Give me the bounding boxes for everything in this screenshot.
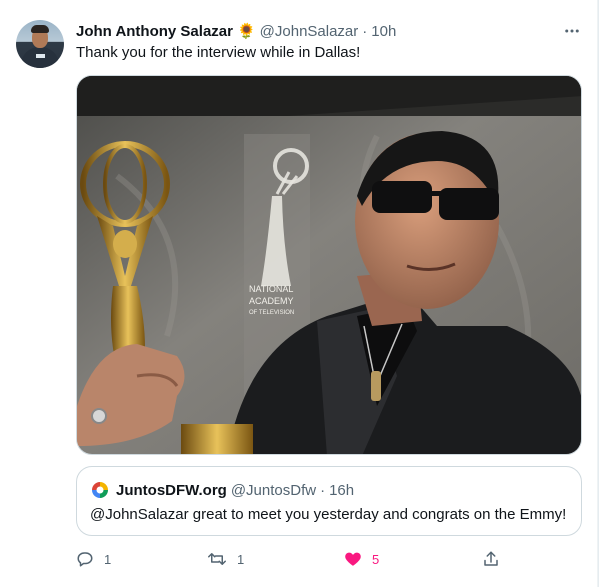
- tweet-timestamp[interactable]: 10h: [371, 23, 396, 40]
- quoted-tweet-timestamp[interactable]: 16h: [329, 482, 354, 499]
- quoted-author-name[interactable]: JuntosDFW.org: [116, 482, 227, 499]
- tweet-actions: 1 1 5: [0, 547, 598, 571]
- tweet-header: John Anthony Salazar 🌻 @JohnSalazar · 10…: [76, 21, 396, 41]
- avatar-badge: [36, 54, 45, 58]
- author-name[interactable]: John Anthony Salazar: [76, 23, 233, 40]
- quoted-author-handle[interactable]: @JuntosDfw: [231, 482, 316, 499]
- retweet-count: 1: [237, 551, 245, 567]
- sign-line-1: NATIONAL: [249, 284, 293, 294]
- like-count: 5: [372, 551, 380, 567]
- avatar-hair: [31, 25, 49, 33]
- tweet-photo[interactable]: NATIONAL ACADEMY OF TELEVISION: [76, 75, 582, 455]
- tweet-text: Thank you for the interview while in Dal…: [76, 44, 361, 61]
- tweet-card[interactable]: John Anthony Salazar 🌻 @JohnSalazar · 10…: [0, 0, 598, 587]
- quoted-header-separator: ·: [320, 481, 326, 499]
- header-separator: ·: [362, 22, 368, 40]
- quoted-tweet[interactable]: JuntosDFW.org @JuntosDfw · 16h @JohnSala…: [76, 466, 582, 536]
- quoted-tweet-text: @JohnSalazar great to meet you yesterday…: [90, 506, 567, 523]
- like-button[interactable]: 5: [344, 547, 379, 571]
- author-handle[interactable]: @JohnSalazar: [260, 23, 359, 40]
- sign-line-3: OF TELEVISION: [249, 310, 294, 316]
- quoted-author-avatar[interactable]: [90, 480, 110, 500]
- timeline-border: [598, 0, 599, 587]
- share-button[interactable]: [482, 547, 500, 571]
- share-icon: [484, 551, 498, 566]
- author-emoji: 🌻: [236, 23, 256, 40]
- more-horizontal-icon: [565, 29, 579, 33]
- retweet-icon: [208, 553, 226, 565]
- quoted-tweet-header: JuntosDFW.org @JuntosDfw · 16h: [90, 480, 354, 500]
- sign-line-2: ACADEMY: [249, 296, 294, 306]
- retweet-button[interactable]: 1: [207, 547, 244, 571]
- reply-button[interactable]: 1: [76, 547, 111, 571]
- reply-count: 1: [104, 551, 112, 567]
- author-avatar[interactable]: [16, 20, 64, 68]
- heart-icon: [345, 552, 361, 566]
- reply-icon: [77, 552, 93, 567]
- more-options-button[interactable]: [562, 21, 582, 41]
- photo-scene: NATIONAL ACADEMY OF TELEVISION: [77, 76, 581, 454]
